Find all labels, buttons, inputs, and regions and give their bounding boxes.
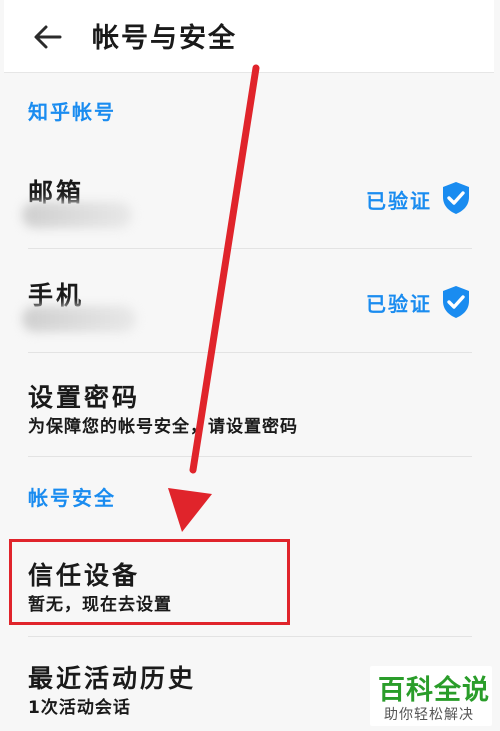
watermark-logo: 百科全说 助你轻松解决: [370, 666, 492, 726]
watermark-subtitle: 助你轻松解决: [384, 707, 474, 723]
watermark-title: 百科全说: [378, 675, 490, 706]
annotation-arrow: [168, 64, 260, 532]
